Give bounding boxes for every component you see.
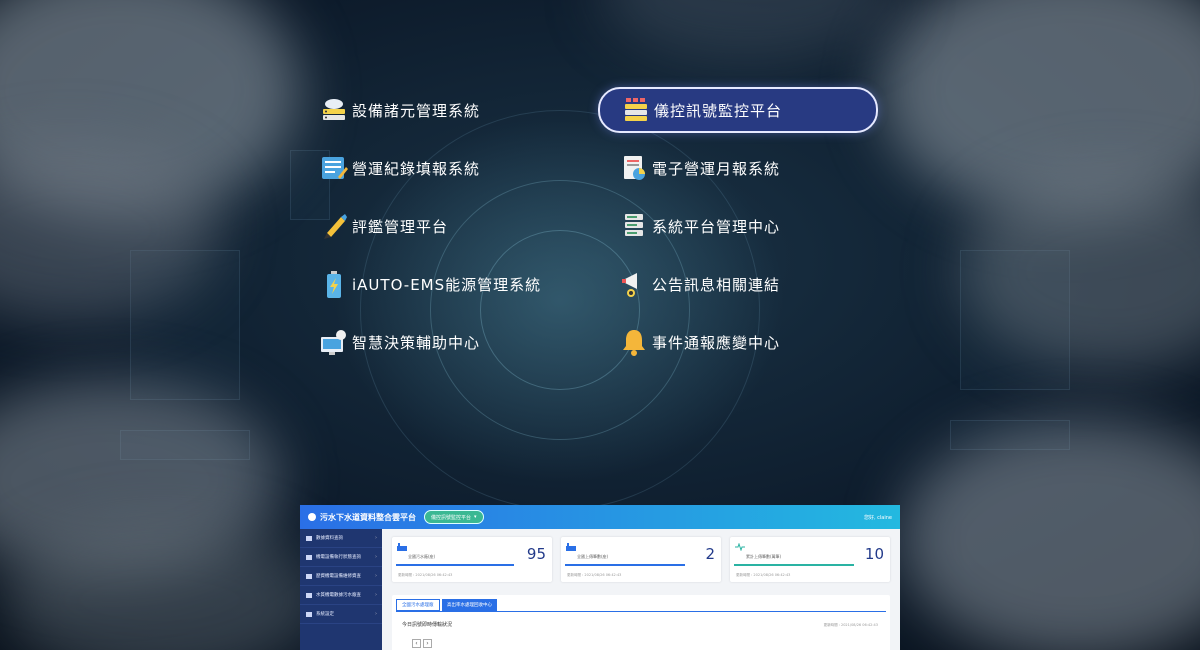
chevron-right-icon: › [375, 592, 377, 598]
factory-icon [397, 543, 407, 551]
pulse-icon [735, 542, 745, 552]
prev-button[interactable]: ‹ [412, 639, 421, 648]
megaphone-icon [618, 268, 650, 300]
list-icon [306, 535, 312, 541]
stat-card-plants: 全國污水廠(座) 95 更新時間 : 2021/08/26 06:42:43 [392, 537, 552, 582]
menu-item-platform-admin[interactable]: 系統平台管理中心 [618, 204, 780, 248]
menu-item-label: 設備諸元管理系統 [352, 101, 481, 120]
menu-item-announcements[interactable]: 公告訊息相關連結 [618, 262, 780, 306]
menu-item-label: 事件通報應變中心 [652, 333, 781, 352]
report-chart-icon [618, 152, 650, 184]
menu-item-label: 營運紀錄填報系統 [352, 159, 481, 178]
sidebar-item[interactable]: 歷資機電設備維修資查 › [300, 567, 382, 586]
progress-bar [396, 564, 514, 566]
dashboard-sidebar: 數據資料查詢 › 機電設備執行狀態查詢 › 歷資機電設備維修資查 › 水質機電數據污水… [300, 529, 382, 650]
menu-item-label: 電子營運月報系統 [652, 159, 781, 178]
divider [396, 611, 886, 612]
menu-item-label: 智慧決策輔助中心 [352, 333, 481, 352]
next-button[interactable]: › [423, 639, 432, 648]
menu-item-label: 公告訊息相關連結 [652, 275, 781, 294]
pen-icon [318, 210, 350, 242]
tab-national-plants[interactable]: 全國污水處理廠 [396, 599, 440, 611]
menu-item-incident-response[interactable]: 事件通報應變中心 [618, 320, 780, 364]
menu-item-monthly-report[interactable]: 電子營運月報系統 [618, 146, 780, 190]
chevron-right-icon: › [375, 554, 377, 560]
form-edit-icon [318, 152, 350, 184]
stat-card-records: 累計上傳筆數(萬筆) 10 更新時間 : 2021/08/26 06:42:43 [730, 537, 890, 582]
menu-item-operation-record[interactable]: 營運紀錄填報系統 [318, 146, 480, 190]
user-menu[interactable]: 您好, claine [864, 514, 892, 521]
progress-bar [565, 564, 685, 566]
factory-icon [566, 543, 576, 551]
progress-bar [734, 564, 854, 566]
platform-switcher[interactable]: 儀控訊號監控平台 ▾ [424, 510, 484, 524]
stat-card-uploads: 全國上傳筆數(座) 2 更新時間 : 2021/08/26 06:42:43 [561, 537, 721, 582]
menu-item-evaluation[interactable]: 評鑑管理平台 [318, 204, 448, 248]
cloud-server-icon [318, 94, 350, 126]
server-stack-icon [620, 94, 652, 126]
chevron-right-icon: › [375, 535, 377, 541]
sidebar-item[interactable]: 機電設備執行狀態查詢 › [300, 548, 382, 567]
panel-title: 今日訊號即時傳輸狀況 [402, 622, 453, 628]
dashboard-preview: 污水下水道資料整合雲平台 儀控訊號監控平台 ▾ 您好, claine 數據資料查… [300, 505, 900, 650]
signal-panel: 全國污水處理廠 高出率水處理回收中心 今日訊號即時傳輸狀況 更新時間 : 202… [392, 595, 890, 650]
menu-item-label: 儀控訊號監控平台 [654, 101, 783, 120]
dashboard-title: 污水下水道資料整合雲平台 [320, 512, 416, 522]
panel-timestamp: 更新時間 : 2021/08/26 06:42:43 [823, 623, 878, 627]
menu-item-label: iAUTO-EMS能源管理系統 [352, 275, 542, 294]
sidebar-item[interactable]: 系統設定 › [300, 605, 382, 624]
bell-icon [618, 326, 650, 358]
menu-item-equipment[interactable]: 設備諸元管理系統 [318, 88, 480, 132]
chevron-down-icon: ▾ [474, 514, 477, 520]
dashboard-header: 污水下水道資料整合雲平台 儀控訊號監控平台 ▾ 您好, claine [300, 505, 900, 529]
logo-icon [308, 513, 316, 521]
server-rack-icon [618, 210, 650, 242]
menu-item-label: 系統平台管理中心 [652, 217, 781, 236]
chevron-right-icon: › [375, 573, 377, 579]
sidebar-item[interactable]: 數據資料查詢 › [300, 529, 382, 548]
menu-item-signal-monitoring[interactable]: 儀控訊號監控平台 [598, 87, 878, 133]
battery-icon [318, 268, 350, 300]
menu-item-ems[interactable]: iAUTO-EMS能源管理系統 [318, 262, 541, 306]
menu-item-label: 評鑑管理平台 [352, 217, 449, 236]
list-icon [306, 554, 312, 560]
sidebar-item[interactable]: 水質機電數據污水廠查 › [300, 586, 382, 605]
menu-item-decision-support[interactable]: 智慧決策輔助中心 [318, 320, 480, 364]
list-icon [306, 611, 312, 617]
dashboard-monitor-icon [318, 326, 350, 358]
tab-recycling-center[interactable]: 高出率水處理回收中心 [442, 599, 497, 611]
list-icon [306, 573, 312, 579]
chevron-right-icon: › [375, 611, 377, 617]
list-icon [306, 592, 312, 598]
